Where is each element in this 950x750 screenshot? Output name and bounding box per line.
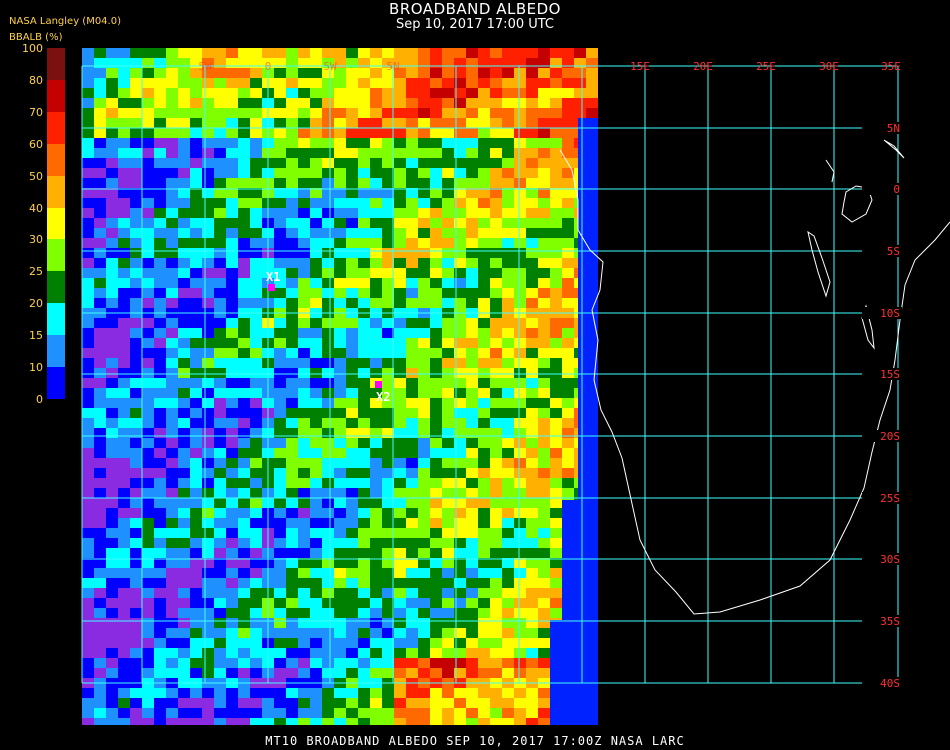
albedo-map: 15E 20E 25E 30E 35E 5W 0 5W 5N 5N 0 5S 10S 15S 20S 25S…	[81, 48, 950, 725]
latitude-label: 5N	[887, 122, 900, 135]
longitude-label: 30E	[819, 60, 839, 73]
latitude-label: 5S	[887, 245, 900, 258]
latitude-label: 15S	[880, 368, 900, 381]
longitude-label-partial: 5W	[198, 60, 212, 73]
marker-x2-square	[375, 381, 382, 388]
longitude-label-partial: 5N	[386, 60, 399, 73]
marker-x2-label: X2	[376, 390, 390, 404]
longitude-label: 15E	[630, 60, 650, 73]
longitude-label-partial: 0	[265, 60, 272, 73]
latitude-label: 25S	[880, 492, 900, 505]
latitude-label: 0	[893, 183, 900, 196]
longitude-label: 25E	[756, 60, 776, 73]
lake-tanganyika	[807, 230, 831, 298]
latitude-label: 40S	[880, 677, 900, 690]
latitude-label: 30S	[880, 553, 900, 566]
footer-caption: MT10 BROADBAND ALBEDO SEP 10, 2017 17:00…	[265, 734, 685, 748]
lake-chad-area	[883, 139, 905, 159]
longitude-label-partial: 5W	[323, 60, 337, 73]
latitude-labels: 5N 0 5S 10S 15S 20S 25S 30S 35S 40S	[862, 122, 902, 690]
marker-x1-square	[268, 284, 275, 291]
latitude-label: 35S	[880, 615, 900, 628]
albedo-field	[82, 48, 598, 725]
latitude-label: 10S	[880, 307, 900, 320]
latitude-label: 20S	[880, 430, 900, 443]
longitude-label: 35E	[881, 60, 901, 73]
lake-turkana	[825, 159, 835, 183]
longitude-label: 20E	[693, 60, 713, 73]
marker-x1-label: X1	[266, 270, 280, 284]
